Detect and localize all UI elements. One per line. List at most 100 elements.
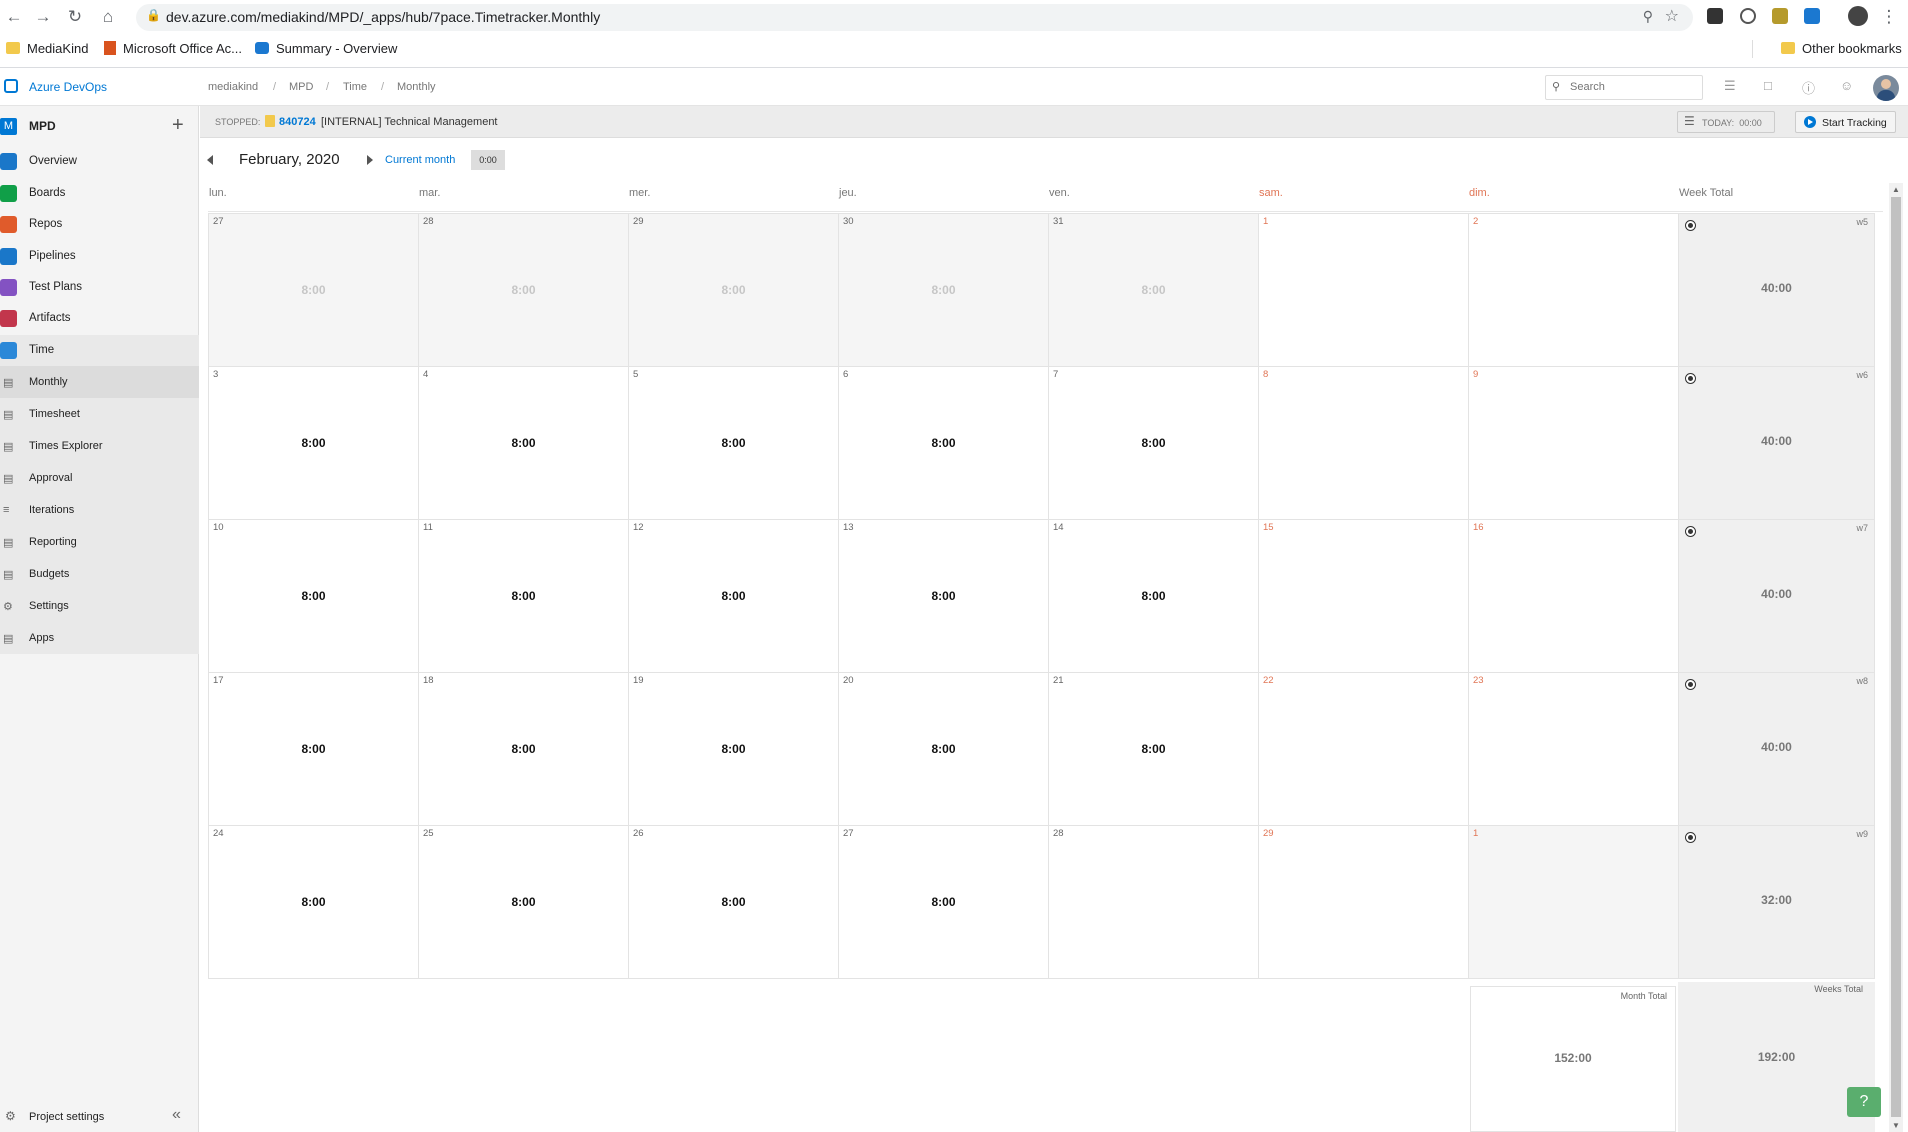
day-hours[interactable]: 8:00 <box>1049 283 1258 297</box>
bookmark-summary[interactable]: Summary - Overview <box>255 41 397 56</box>
bookmark-mediakind[interactable]: MediaKind <box>6 41 88 56</box>
sidebar-item-repos[interactable]: Repos <box>0 209 199 240</box>
day-hours[interactable]: 8:00 <box>209 283 418 297</box>
day-cell[interactable]: 26 8:00 <box>628 825 839 979</box>
day-cell[interactable]: 1 <box>1468 825 1679 979</box>
sidebar-subitem-monthly[interactable]: ▤ Monthly <box>0 366 199 398</box>
url-text[interactable]: dev.azure.com/mediakind/MPD/_apps/hub/7p… <box>166 9 600 25</box>
list-icon[interactable]: ☰ <box>1724 78 1736 94</box>
day-hours[interactable]: 8:00 <box>629 436 838 450</box>
day-cell[interactable]: 6 8:00 <box>838 366 1049 520</box>
day-hours[interactable]: 8:00 <box>839 895 1048 909</box>
day-cell[interactable]: 27 8:00 <box>838 825 1049 979</box>
start-tracking-button[interactable]: Start Tracking <box>1795 111 1896 133</box>
sidebar-subitem-reporting[interactable]: ▤ Reporting <box>0 526 199 558</box>
day-hours[interactable]: 8:00 <box>839 742 1048 756</box>
day-cell[interactable]: 2 <box>1468 213 1679 367</box>
day-cell[interactable]: 24 8:00 <box>208 825 419 979</box>
day-cell[interactable]: 1 <box>1258 213 1469 367</box>
day-hours[interactable]: 8:00 <box>839 283 1048 297</box>
search-box[interactable]: ⚲ <box>1545 75 1703 100</box>
day-cell[interactable]: 20 8:00 <box>838 672 1049 826</box>
day-cell[interactable]: 30 8:00 <box>838 213 1049 367</box>
extension-icon[interactable] <box>1772 8 1788 24</box>
day-cell[interactable]: 13 8:00 <box>838 519 1049 673</box>
scroll-down-icon[interactable]: ▼ <box>1892 1121 1900 1130</box>
day-cell[interactable]: 21 8:00 <box>1048 672 1259 826</box>
day-cell[interactable]: 12 8:00 <box>628 519 839 673</box>
day-hours[interactable]: 8:00 <box>1049 742 1258 756</box>
app-name[interactable]: Azure DevOps <box>29 80 107 94</box>
day-cell[interactable]: 29 8:00 <box>628 213 839 367</box>
day-cell[interactable]: 14 8:00 <box>1048 519 1259 673</box>
sidebar-item-time[interactable]: Time <box>0 335 199 366</box>
other-bookmarks[interactable]: Other bookmarks <box>1781 41 1902 56</box>
menu-icon[interactable]: ⋮ <box>1878 6 1900 28</box>
day-cell[interactable]: 4 8:00 <box>418 366 629 520</box>
day-cell[interactable]: 28 8:00 <box>418 213 629 367</box>
prev-month-icon[interactable] <box>207 155 213 165</box>
week-radio[interactable] <box>1685 526 1696 537</box>
week-radio[interactable] <box>1685 220 1696 231</box>
sidebar-subitem-approval[interactable]: ▤ Approval <box>0 462 199 494</box>
sidebar-subitem-iterations[interactable]: ≡ Iterations <box>0 494 199 526</box>
bookmark-office[interactable]: Microsoft Office Ac... <box>104 41 242 56</box>
day-cell[interactable]: 22 <box>1258 672 1469 826</box>
day-hours[interactable]: 8:00 <box>419 589 628 603</box>
breadcrumb-org[interactable]: mediakind <box>208 81 258 93</box>
home-icon[interactable]: ⌂ <box>97 6 119 28</box>
sidebar-subitem-apps[interactable]: ▤ Apps <box>0 622 199 654</box>
day-cell[interactable]: 5 8:00 <box>628 366 839 520</box>
week-radio[interactable] <box>1685 373 1696 384</box>
day-cell[interactable]: 31 8:00 <box>1048 213 1259 367</box>
extension-icon[interactable] <box>1707 8 1723 24</box>
day-hours[interactable]: 8:00 <box>629 742 838 756</box>
day-hours[interactable]: 8:00 <box>839 436 1048 450</box>
day-hours[interactable]: 8:00 <box>209 589 418 603</box>
breadcrumb-time[interactable]: Time <box>343 81 367 93</box>
day-hours[interactable]: 8:00 <box>419 895 628 909</box>
day-cell[interactable]: 17 8:00 <box>208 672 419 826</box>
sidebar-subitem-times-explorer[interactable]: ▤ Times Explorer <box>0 430 199 462</box>
sidebar-item-overview[interactable]: Overview <box>0 146 199 177</box>
week-radio[interactable] <box>1685 832 1696 843</box>
day-cell[interactable]: 27 8:00 <box>208 213 419 367</box>
scroll-up-icon[interactable]: ▲ <box>1892 185 1900 194</box>
day-cell[interactable]: 3 8:00 <box>208 366 419 520</box>
day-cell[interactable]: 25 8:00 <box>418 825 629 979</box>
vertical-scrollbar[interactable]: ▲ ▼ <box>1889 183 1903 1132</box>
day-cell[interactable]: 15 <box>1258 519 1469 673</box>
reload-icon[interactable]: ↻ <box>64 6 86 28</box>
search-input[interactable] <box>1568 80 1698 94</box>
day-hours[interactable]: 8:00 <box>629 283 838 297</box>
day-cell[interactable]: 16 <box>1468 519 1679 673</box>
back-icon[interactable]: ← <box>3 6 25 28</box>
day-hours[interactable]: 8:00 <box>1049 589 1258 603</box>
clipboard-icon[interactable]: □ <box>1764 78 1772 93</box>
week-radio[interactable] <box>1685 679 1696 690</box>
day-cell[interactable]: 8 <box>1258 366 1469 520</box>
sidebar-subitem-timesheet[interactable]: ▤ Timesheet <box>0 398 199 430</box>
help-icon[interactable]: ⓘ <box>1802 78 1815 97</box>
next-month-icon[interactable] <box>367 155 373 165</box>
sidebar-item-test-plans[interactable]: Test Plans <box>0 272 199 303</box>
day-hours[interactable]: 8:00 <box>419 436 628 450</box>
day-hours[interactable]: 8:00 <box>209 895 418 909</box>
scrollbar-thumb[interactable] <box>1891 197 1901 1117</box>
project-header[interactable]: M MPD + <box>0 106 199 146</box>
day-cell[interactable]: 9 <box>1468 366 1679 520</box>
day-hours[interactable]: 8:00 <box>209 742 418 756</box>
day-cell[interactable]: 28 <box>1048 825 1259 979</box>
bookmark-star-icon[interactable]: ☆ <box>1665 6 1679 26</box>
current-month-link[interactable]: Current month <box>385 154 455 166</box>
address-bar[interactable]: 🔒 dev.azure.com/mediakind/MPD/_apps/hub/… <box>136 4 1693 31</box>
day-cell[interactable]: 7 8:00 <box>1048 366 1259 520</box>
today-indicator[interactable]: ☰ TODAY: 00:00 <box>1677 111 1775 133</box>
avatar[interactable] <box>1873 75 1899 101</box>
breadcrumb-monthly[interactable]: Monthly <box>397 81 436 93</box>
sidebar-item-boards[interactable]: Boards <box>0 178 199 209</box>
breadcrumb-project[interactable]: MPD <box>289 81 313 93</box>
day-cell[interactable]: 11 8:00 <box>418 519 629 673</box>
azure-devops-logo-icon[interactable] <box>4 79 18 93</box>
day-hours[interactable]: 8:00 <box>839 589 1048 603</box>
